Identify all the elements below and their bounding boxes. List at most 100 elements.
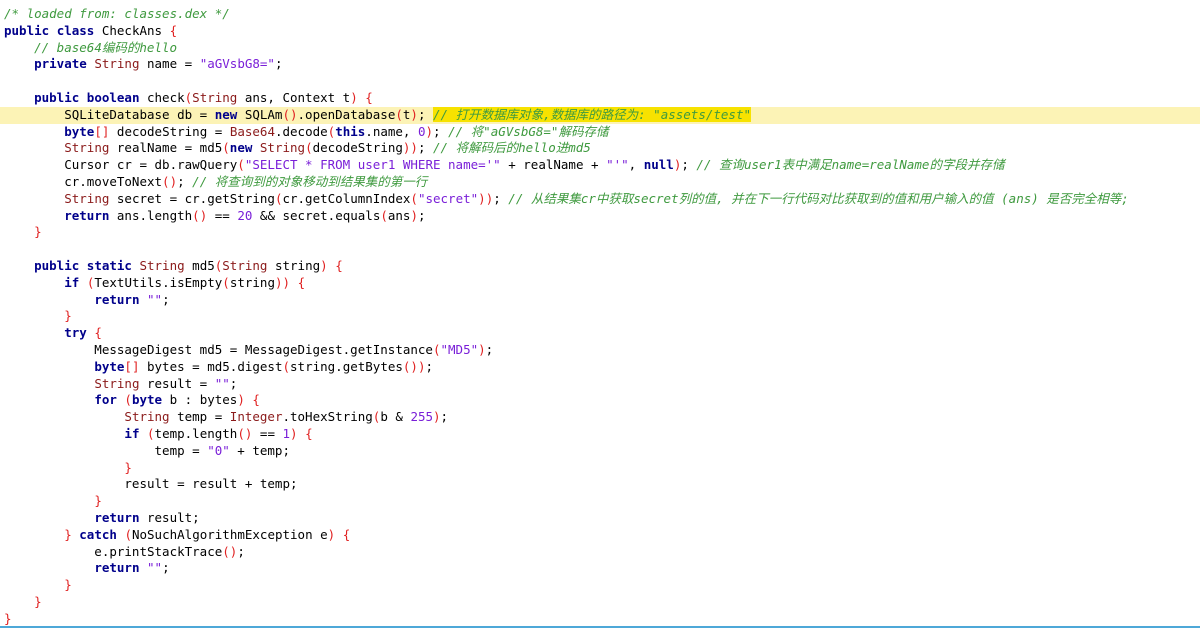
- code-line: byte[] bytes = md5.digest(string.getByte…: [4, 359, 1200, 376]
- code-token: (: [222, 140, 230, 156]
- code-line: }: [4, 224, 1200, 241]
- code-token: b &: [380, 409, 411, 425]
- code-line: result = result + temp;: [4, 476, 1200, 493]
- code-token: md5: [184, 258, 215, 273]
- code-token: new: [214, 106, 238, 122]
- code-line: private String name = "aGVsbG8=";: [4, 56, 1200, 73]
- code-token: return: [94, 510, 140, 525]
- code-token: ;: [485, 342, 494, 357]
- code-token: ;: [177, 174, 193, 189]
- code-token: ): [433, 409, 441, 425]
- code-line: e.printStackTrace();: [4, 544, 1200, 561]
- code-token: string: [267, 258, 321, 273]
- code-token: new: [229, 140, 253, 156]
- code-token: MessageDigest md5 = MessageDigest.getIns…: [4, 342, 433, 357]
- code-token: 20: [237, 207, 253, 223]
- code-token: }: [64, 308, 72, 324]
- code-token: + realName +: [500, 157, 607, 173]
- code-token: String: [124, 409, 170, 425]
- code-editor[interactable]: /* loaded from: classes.dex */public cla…: [0, 0, 1200, 629]
- code-token: ans, Context t: [237, 90, 351, 105]
- code-token: ): [290, 426, 298, 441]
- code-token: "": [214, 375, 230, 391]
- code-token: for: [94, 392, 117, 408]
- code-token: byte: [94, 358, 125, 374]
- code-line: /* loaded from: classes.dex */: [4, 6, 1200, 23]
- code-line: for (byte b : bytes) {: [4, 392, 1200, 409]
- code-token: ,: [628, 157, 644, 173]
- code-token: String: [64, 190, 110, 206]
- code-token: result = result + temp;: [4, 476, 298, 492]
- code-token: String: [64, 140, 110, 156]
- code-token: ): [350, 90, 358, 105]
- code-line: }: [4, 308, 1200, 325]
- code-token: String: [259, 140, 306, 156]
- code-token: 255: [410, 409, 434, 425]
- code-token: ans.length: [109, 207, 193, 223]
- code-line: try {: [4, 325, 1200, 342]
- code-token: (: [237, 157, 245, 173]
- code-token: (): [192, 207, 208, 223]
- code-token: ;: [425, 358, 434, 374]
- code-token: String: [139, 258, 185, 273]
- code-token: bytes = md5.digest: [139, 358, 283, 374]
- code-token: ): [478, 342, 486, 357]
- code-token: (: [432, 342, 441, 357]
- code-line: byte[] decodeString = Base64.decode(this…: [4, 124, 1200, 141]
- code-token: "'": [606, 157, 629, 173]
- code-line: if (temp.length() == 1) {: [4, 426, 1200, 443]
- code-line: return ans.length() == 20 && secret.equa…: [4, 208, 1200, 225]
- code-token: .decode: [274, 123, 328, 139]
- code-token: decodeString: [312, 140, 403, 156]
- code-token: byte: [131, 392, 163, 408]
- code-token: {: [297, 274, 306, 290]
- code-token: if: [64, 274, 80, 290]
- code-token: .name,: [365, 123, 418, 139]
- code-token: e.printStackTrace: [4, 543, 223, 559]
- code-token: "0": [207, 442, 230, 458]
- code-token: string: [229, 274, 275, 290]
- code-line: return "";: [4, 560, 1200, 577]
- code-token: {: [169, 22, 178, 38]
- code-token: String: [222, 258, 268, 273]
- code-token: {: [94, 325, 102, 341]
- code-token: }: [64, 526, 72, 542]
- code-token: ;: [681, 157, 697, 173]
- code-token: temp =: [4, 442, 208, 458]
- code-line: }: [4, 577, 1200, 594]
- code-token: ): [410, 207, 418, 223]
- code-line: String temp = Integer.toHexString(b & 25…: [4, 409, 1200, 426]
- code-token: // 将查询到的对象移动到结果集的第一行: [192, 174, 428, 189]
- code-token: (: [124, 526, 132, 542]
- code-token: cr.getColumnIndex: [282, 190, 411, 206]
- code-token: }: [94, 493, 102, 509]
- code-token: public: [4, 22, 50, 38]
- code-token: )): [402, 140, 418, 156]
- code-token: Base64: [229, 123, 275, 139]
- code-token: ;: [440, 409, 449, 425]
- code-token: .openDatabase: [297, 106, 396, 122]
- code-token: String: [192, 90, 238, 105]
- code-line: Cursor cr = db.rawQuery("SELECT * FROM u…: [4, 157, 1200, 174]
- code-token: this: [335, 123, 366, 139]
- code-token: NoSuchAlgorithmException e: [131, 526, 328, 542]
- code-token: (): [162, 174, 178, 189]
- code-token: ==: [207, 207, 238, 223]
- code-line: temp = "0" + temp;: [4, 443, 1200, 460]
